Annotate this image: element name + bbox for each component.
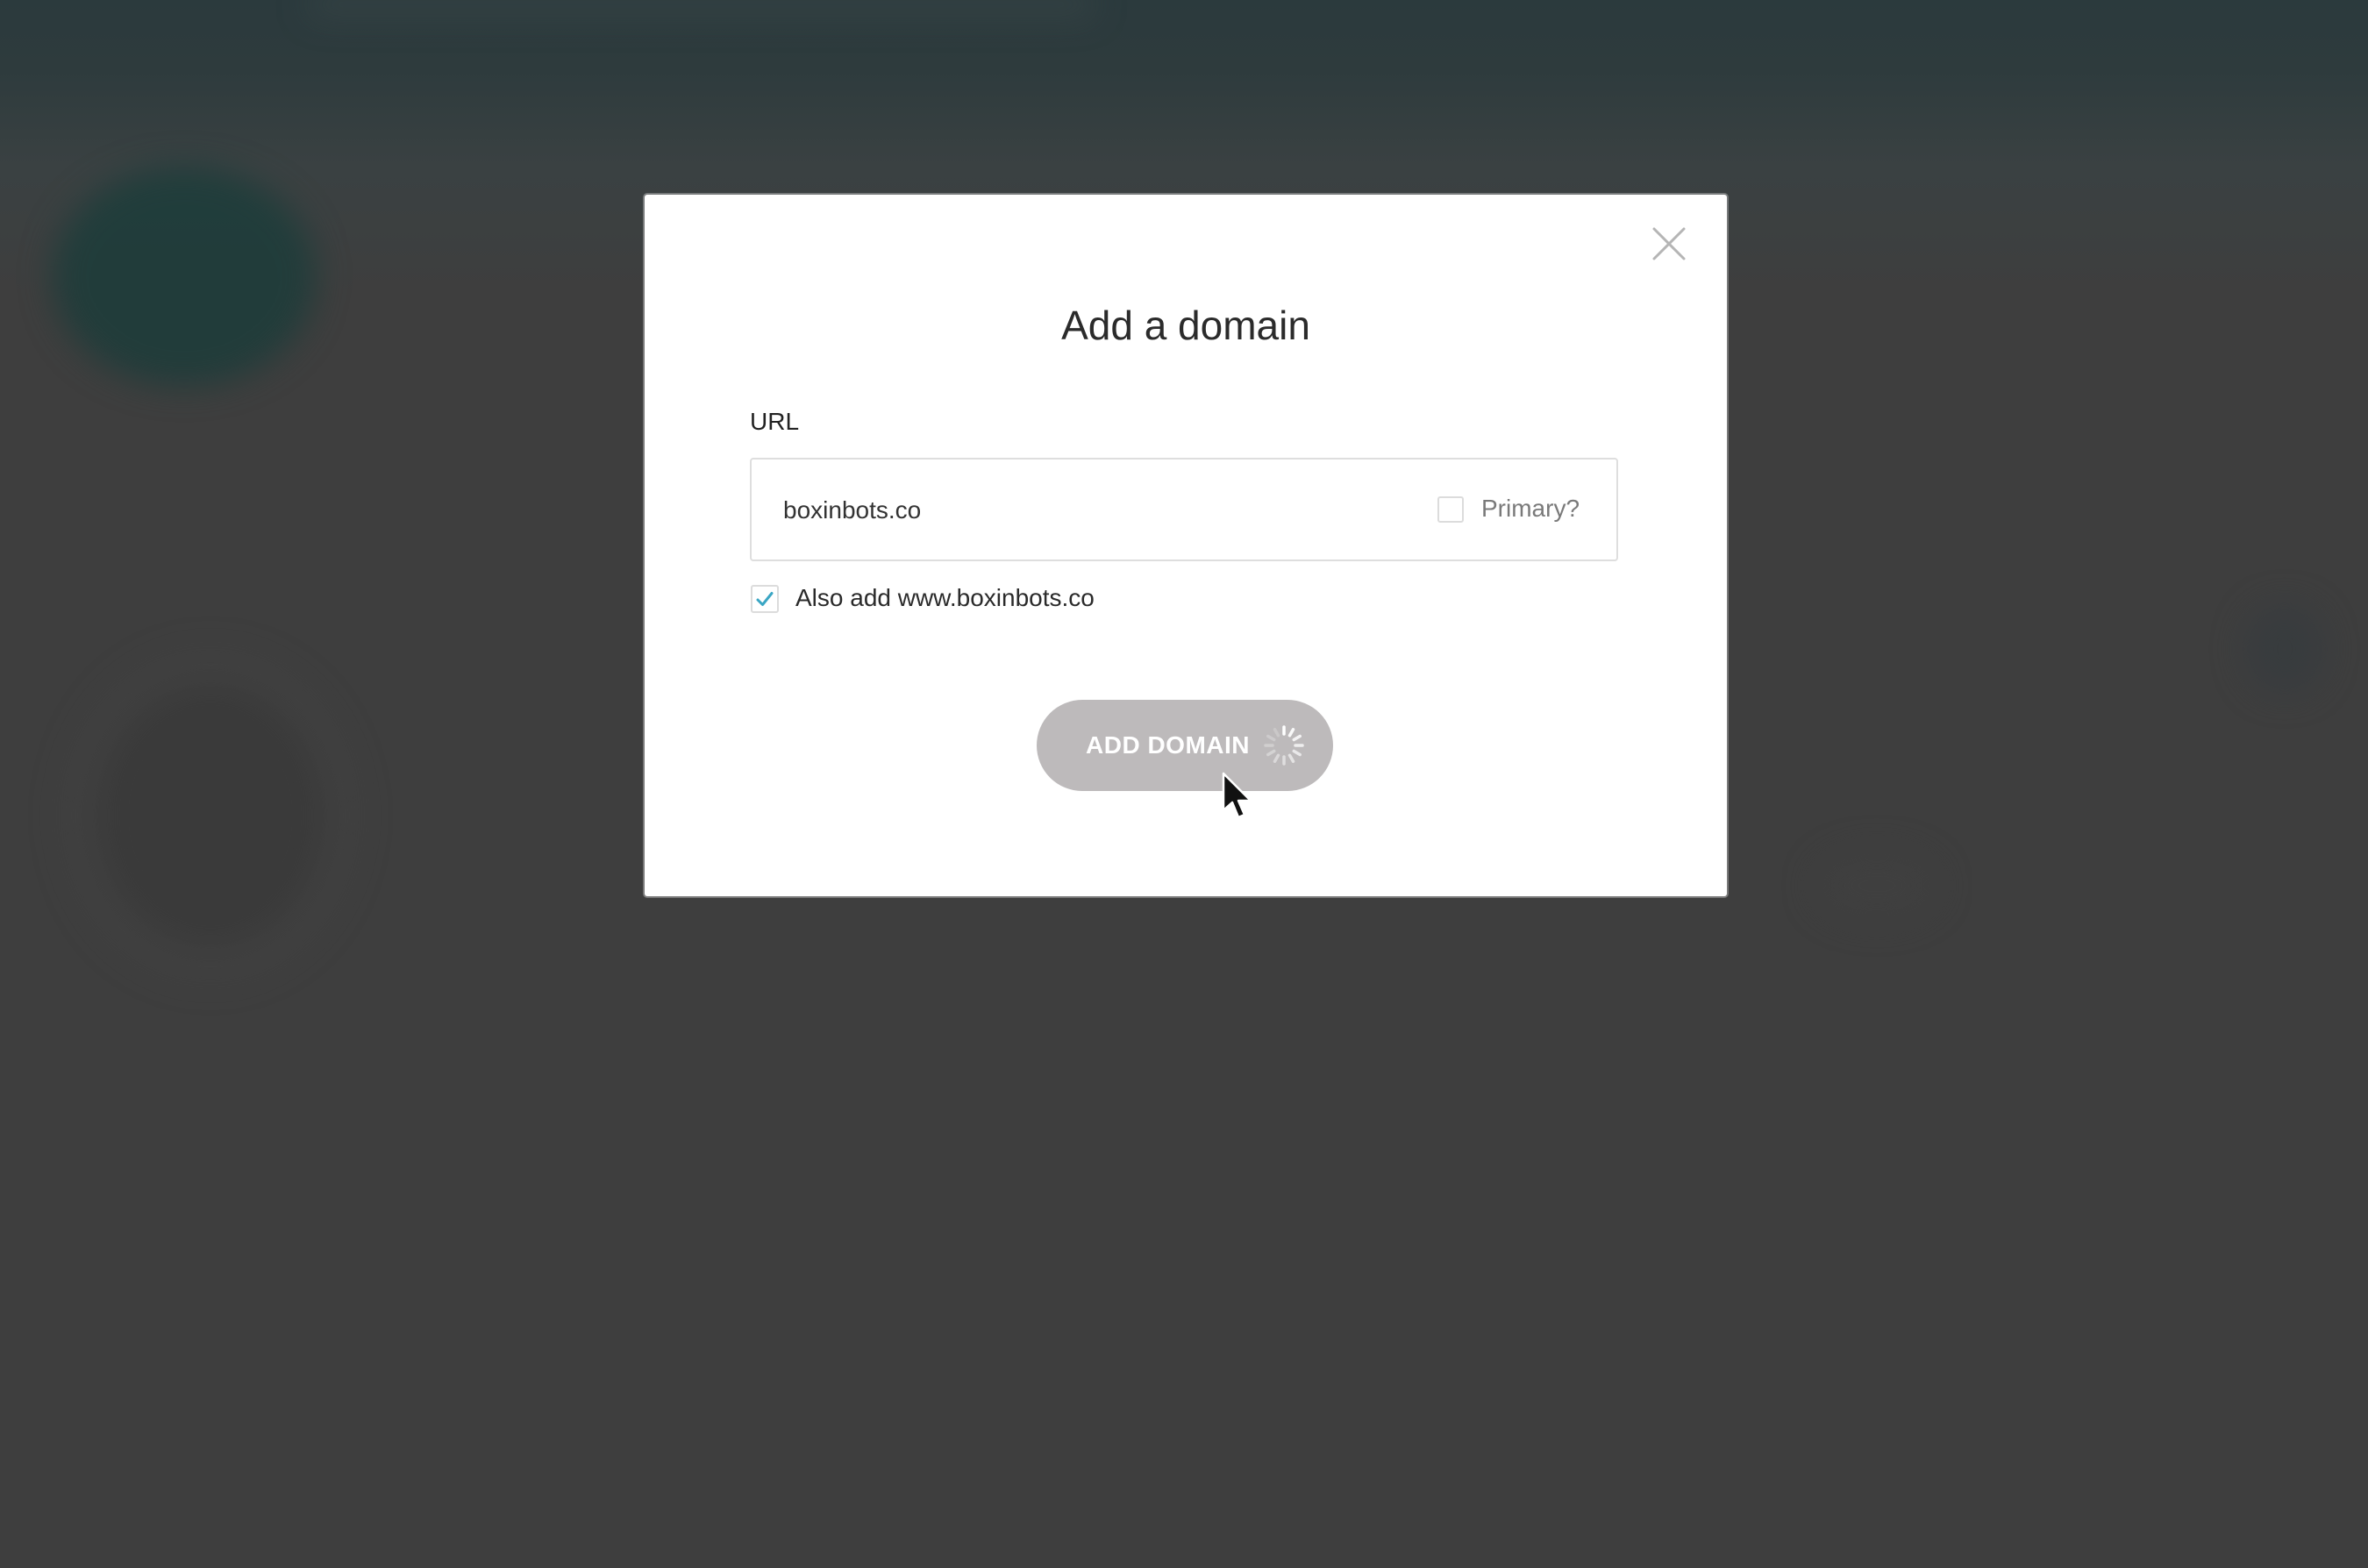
also-add-www-label[interactable]: Also add www.boxinbots.co xyxy=(795,582,1095,614)
background-card-blur xyxy=(96,684,325,947)
url-input[interactable] xyxy=(783,493,1380,528)
checkmark-icon xyxy=(756,592,774,606)
background-button-blur xyxy=(2245,605,2324,693)
add-domain-button[interactable]: ADD DOMAIN xyxy=(1037,700,1333,791)
url-field-container: Primary? xyxy=(750,458,1618,561)
background-avatar-blur xyxy=(53,167,316,386)
loading-spinner-icon xyxy=(1264,725,1304,766)
background-header-blur xyxy=(307,0,1096,18)
close-button[interactable] xyxy=(1646,221,1692,267)
background-element-blur xyxy=(1815,851,1938,921)
add-domain-button-label: ADD DOMAIN xyxy=(1086,731,1250,759)
primary-label[interactable]: Primary? xyxy=(1481,493,1580,524)
primary-checkbox[interactable] xyxy=(1437,496,1464,523)
add-domain-dialog: Add a domain URL Primary? Also add www.b… xyxy=(645,195,1727,896)
dialog-title: Add a domain xyxy=(1061,303,1310,348)
also-add-www-checkbox[interactable] xyxy=(751,585,779,613)
close-icon xyxy=(1652,227,1686,260)
url-label: URL xyxy=(750,408,800,435)
